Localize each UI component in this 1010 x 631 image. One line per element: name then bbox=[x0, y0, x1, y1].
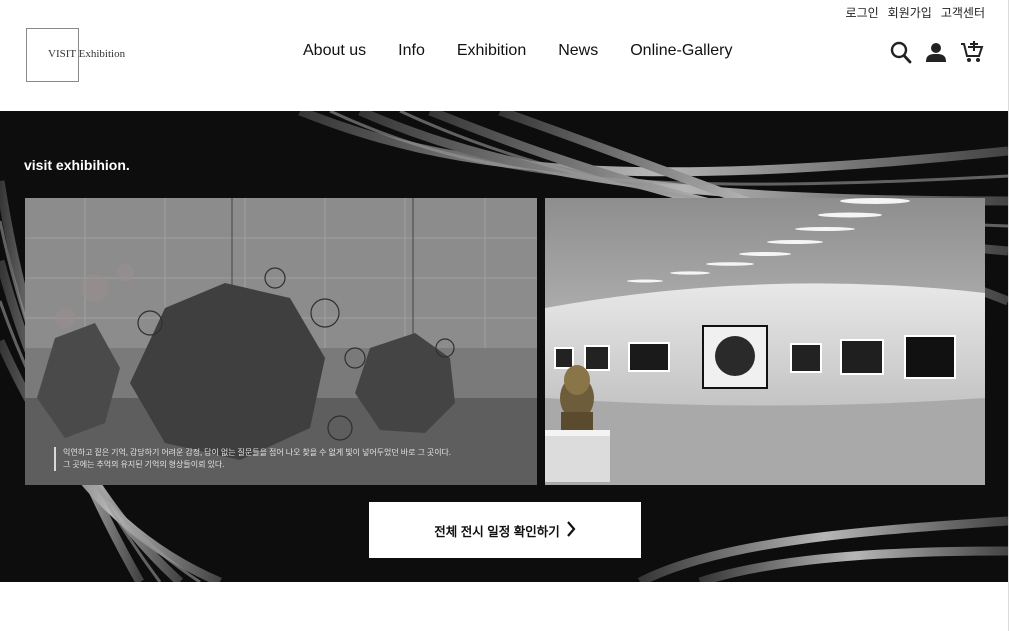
nav-exhibition[interactable]: Exhibition bbox=[457, 42, 526, 60]
chevron-right-icon bbox=[566, 520, 576, 540]
main-nav: About us Info Exhibition News Online-Gal… bbox=[303, 42, 733, 60]
logo-text: VISIT Exhibition bbox=[48, 48, 126, 60]
hero-caption: visit exhibihion. bbox=[24, 157, 130, 173]
nav-online-gallery[interactable]: Online-Gallery bbox=[630, 42, 732, 60]
hero-banner: visit exhibihion. 익연하고 짙은 기억, 감당하기 어려운 감… bbox=[0, 111, 1008, 582]
quote-line-1: 익연하고 짙은 기억, 감당하기 어려운 감정, 답이 없는 질문들을 접어 나… bbox=[63, 448, 451, 457]
hanging-sculpture-image bbox=[25, 198, 537, 485]
cta-label: 전체 전시 일정 확인하기 bbox=[434, 524, 560, 539]
view-all-schedule-button[interactable]: 전체 전시 일정 확인하기 bbox=[369, 502, 641, 558]
login-link[interactable]: 로그인 bbox=[846, 4, 879, 21]
nav-news[interactable]: News bbox=[558, 42, 598, 60]
search-icon[interactable] bbox=[890, 40, 912, 64]
exhibition-quote: 익연하고 짙은 기억, 감당하기 어려운 감정, 답이 없는 질문들을 접어 나… bbox=[54, 447, 451, 471]
signup-link[interactable]: 회원가입 bbox=[888, 4, 932, 21]
page-edge-divider bbox=[1008, 0, 1009, 631]
exhibition-photo-right[interactable] bbox=[545, 198, 985, 485]
virtual-gallery-image bbox=[545, 198, 985, 485]
nav-about-us[interactable]: About us bbox=[303, 42, 366, 60]
utility-links: 로그인 회원가입 고객센터 bbox=[846, 4, 985, 21]
customer-center-link[interactable]: 고객센터 bbox=[941, 4, 985, 21]
user-icon[interactable] bbox=[926, 41, 946, 63]
exhibition-photo-left[interactable]: 익연하고 짙은 기억, 감당하기 어려운 감정, 답이 없는 질문들을 접어 나… bbox=[25, 198, 537, 485]
nav-info[interactable]: Info bbox=[398, 42, 425, 60]
quote-line-2: 그 곳에는 추억의 유지된 기억의 형상들이뢰 있다. bbox=[63, 460, 225, 469]
cart-icon[interactable] bbox=[960, 40, 984, 64]
header-icons bbox=[890, 40, 984, 64]
